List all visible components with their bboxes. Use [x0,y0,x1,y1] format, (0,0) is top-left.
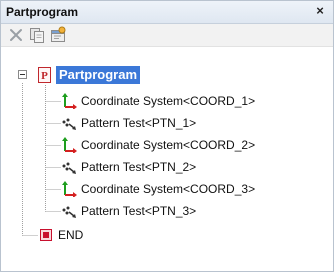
properties-icon [51,26,66,42]
tree-root-label: Partprogram [56,66,141,84]
panel-title: Partprogram [6,5,79,19]
program-tree: P Partprogram Coordinate System<COORD_1> [1,47,333,271]
copy-icon [30,28,44,43]
tree-root-partprogram[interactable]: P Partprogram [37,65,141,85]
properties-button[interactable] [49,26,67,44]
delete-icon [10,29,22,41]
coordinate-system-icon [61,181,77,197]
collapse-toggle-icon[interactable] [18,70,27,79]
toolbar [1,24,333,47]
partprogram-panel: Partprogram × P Partprogram Coordinate S… [0,0,334,272]
partprogram-icon: P [37,67,53,83]
title-bar: Partprogram × [1,1,333,24]
tree-item-end[interactable]: END [38,225,84,245]
tree-item-label: Pattern Test<PTN_1> [81,116,197,130]
tree-item-coordinate-system[interactable]: Coordinate System<COORD_1> [61,91,256,111]
pattern-test-icon [61,115,77,131]
tree-item-label: Coordinate System<COORD_1> [81,94,256,108]
coordinate-system-icon [61,137,77,153]
tree-item-label: Pattern Test<PTN_3> [81,204,197,218]
copy-button[interactable] [28,26,46,44]
close-icon[interactable]: × [313,4,327,18]
pattern-test-icon [61,203,77,219]
coordinate-system-icon [61,93,77,109]
tree-item-label: Coordinate System<COORD_3> [81,182,256,196]
svg-text:P: P [41,70,48,82]
tree-item-label: Pattern Test<PTN_2> [81,160,197,174]
delete-button[interactable] [7,26,25,44]
tree-item-label: END [58,228,84,242]
tree-item-pattern-test[interactable]: Pattern Test<PTN_1> [61,113,197,133]
tree-item-label: Coordinate System<COORD_2> [81,138,256,152]
tree-item-pattern-test[interactable]: Pattern Test<PTN_2> [61,157,197,177]
tree-item-coordinate-system[interactable]: Coordinate System<COORD_3> [61,179,256,199]
tree-item-pattern-test[interactable]: Pattern Test<PTN_3> [61,201,197,221]
end-icon [38,227,54,243]
tree-item-coordinate-system[interactable]: Coordinate System<COORD_2> [61,135,256,155]
pattern-test-icon [61,159,77,175]
